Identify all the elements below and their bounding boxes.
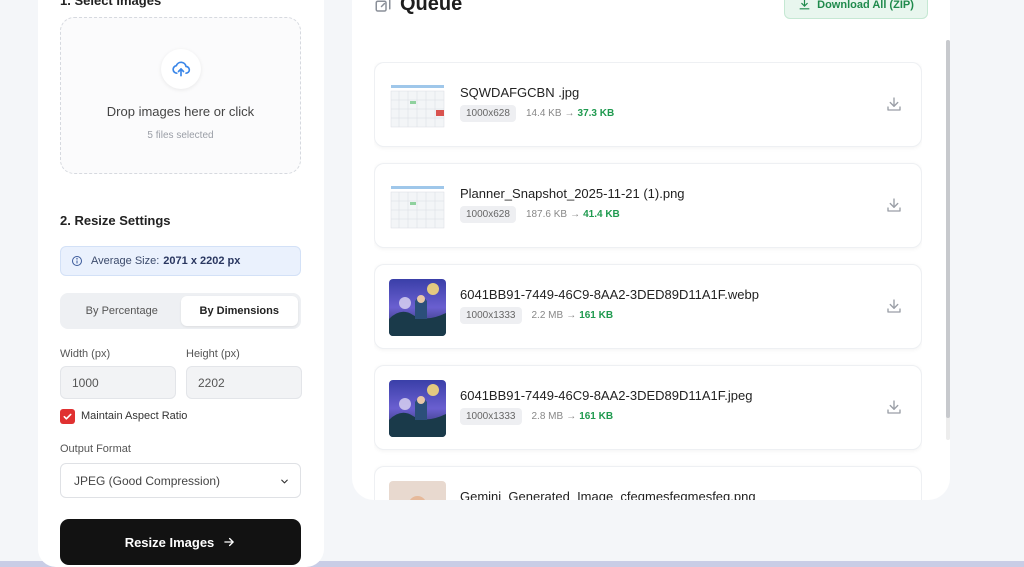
file-name: Planner_Snapshot_2025-11-21 (1).png bbox=[460, 186, 685, 201]
output-format-select[interactable]: JPEG (Good Compression) bbox=[60, 463, 301, 498]
file-meta: 1000x628 14.4 KB → 37.3 KB bbox=[460, 105, 614, 122]
dropzone-text: Drop images here or click bbox=[106, 104, 255, 119]
average-size-label: Average Size: bbox=[91, 255, 160, 267]
queue-panel: Queue Download All (ZIP) SQWDAFGCBN .jpg… bbox=[352, 0, 950, 500]
download-all-label: Download All (ZIP) bbox=[817, 0, 914, 11]
size-change: 187.6 KB → 41.4 KB bbox=[526, 209, 620, 220]
output-format-value: JPEG (Good Compression) bbox=[74, 473, 221, 488]
size-change: 14.4 KB → 37.3 KB bbox=[526, 108, 614, 119]
average-size-info: Average Size: 2071 x 2202 px bbox=[60, 246, 301, 276]
tab-by-dimensions[interactable]: By Dimensions bbox=[180, 296, 298, 326]
size-change: 2.2 MB → 161 KB bbox=[532, 310, 614, 321]
file-name: 6041BB91-7449-46C9-8AA2-3DED89D11A1F.jpe… bbox=[460, 388, 753, 403]
file-name: SQWDAFGCBN .jpg bbox=[460, 85, 580, 100]
size-change: 2.8 MB → 161 KB bbox=[532, 411, 614, 422]
download-icon bbox=[798, 0, 811, 11]
new-size: 161 KB bbox=[579, 310, 614, 321]
queue-item: 6041BB91-7449-46C9-8AA2-3DED89D11A1F.jpe… bbox=[374, 365, 922, 450]
queue-scrollbar[interactable] bbox=[946, 40, 950, 440]
file-meta: 1000x628 187.6 KB → 41.4 KB bbox=[460, 206, 620, 223]
section-title-resize: 2. Resize Settings bbox=[60, 213, 171, 228]
new-size: 41.4 KB bbox=[583, 209, 620, 220]
upload-cloud-icon bbox=[161, 49, 201, 89]
original-size: 2.2 MB bbox=[531, 310, 564, 321]
file-thumbnail bbox=[389, 481, 446, 500]
height-input[interactable]: 2202 bbox=[186, 366, 302, 399]
file-name: Gemini_Generated_Image_cfeqmesfeqmesfeq.… bbox=[460, 489, 756, 500]
queue-title: Queue bbox=[400, 0, 463, 15]
queue-item: SQWDAFGCBN .jpg 1000x628 14.4 KB → 37.3 … bbox=[374, 62, 922, 147]
height-label: Height (px) bbox=[186, 348, 240, 360]
image-dropzone[interactable]: Drop images here or click 5 files select… bbox=[60, 17, 301, 174]
dimensions-badge: 1000x628 bbox=[460, 206, 516, 223]
maintain-aspect-label: Maintain Aspect Ratio bbox=[81, 410, 188, 422]
files-selected-count: 5 files selected bbox=[147, 130, 214, 141]
download-icon[interactable] bbox=[885, 398, 903, 416]
new-size: 37.3 KB bbox=[577, 108, 615, 119]
dimensions-badge: 1000x1333 bbox=[460, 307, 522, 324]
file-meta: 1000x1333 2.8 MB → 161 KB bbox=[460, 408, 613, 425]
queue-list: SQWDAFGCBN .jpg 1000x628 14.4 KB → 37.3 … bbox=[374, 62, 922, 500]
settings-panel: 1. Select Images Drop images here or cli… bbox=[38, 0, 324, 567]
original-size: 14.4 KB bbox=[525, 108, 562, 119]
resize-mode-toggle: By Percentage By Dimensions bbox=[60, 293, 301, 329]
download-icon[interactable] bbox=[885, 196, 903, 214]
resize-images-label: Resize Images bbox=[124, 534, 215, 550]
queue-icon bbox=[374, 0, 392, 14]
size-arrow: → bbox=[566, 411, 577, 422]
original-size: 2.8 MB bbox=[531, 411, 564, 422]
arrow-right-icon bbox=[222, 535, 236, 549]
dimensions-badge: 1000x628 bbox=[460, 105, 516, 122]
resize-images-button[interactable]: Resize Images bbox=[60, 519, 301, 565]
download-icon[interactable] bbox=[885, 297, 903, 315]
chevron-down-icon bbox=[279, 476, 290, 487]
section-title-select: 1. Select Images bbox=[60, 0, 162, 8]
file-thumbnail bbox=[389, 178, 446, 235]
maintain-aspect-checkbox[interactable] bbox=[60, 409, 75, 424]
width-input[interactable]: 1000 bbox=[60, 366, 176, 399]
dimensions-badge: 1000x1333 bbox=[460, 408, 522, 425]
size-arrow: → bbox=[566, 310, 577, 321]
check-icon bbox=[63, 413, 72, 420]
size-arrow: → bbox=[564, 108, 575, 119]
queue-scrollbar-thumb[interactable] bbox=[946, 40, 950, 418]
file-thumbnail bbox=[389, 279, 446, 336]
size-arrow: → bbox=[570, 209, 581, 220]
queue-item: Gemini_Generated_Image_cfeqmesfeqmesfeq.… bbox=[374, 466, 922, 500]
queue-item: Planner_Snapshot_2025-11-21 (1).png 1000… bbox=[374, 163, 922, 248]
file-meta: 1000x1333 2.2 MB → 161 KB bbox=[460, 307, 613, 324]
original-size: 187.6 KB bbox=[525, 209, 568, 220]
output-format-label: Output Format bbox=[60, 443, 131, 455]
file-thumbnail bbox=[389, 77, 446, 134]
download-icon[interactable] bbox=[885, 95, 903, 113]
queue-header: Queue bbox=[374, 0, 462, 16]
file-name: 6041BB91-7449-46C9-8AA2-3DED89D11A1F.web… bbox=[460, 287, 759, 302]
new-size: 161 KB bbox=[579, 411, 614, 422]
width-label: Width (px) bbox=[60, 348, 111, 360]
download-all-zip-button[interactable]: Download All (ZIP) bbox=[784, 0, 928, 19]
info-icon bbox=[71, 255, 83, 267]
tab-by-percentage[interactable]: By Percentage bbox=[63, 296, 181, 326]
file-thumbnail bbox=[389, 380, 446, 437]
queue-item: 6041BB91-7449-46C9-8AA2-3DED89D11A1F.web… bbox=[374, 264, 922, 349]
average-size-value: 2071 x 2202 px bbox=[163, 255, 241, 267]
